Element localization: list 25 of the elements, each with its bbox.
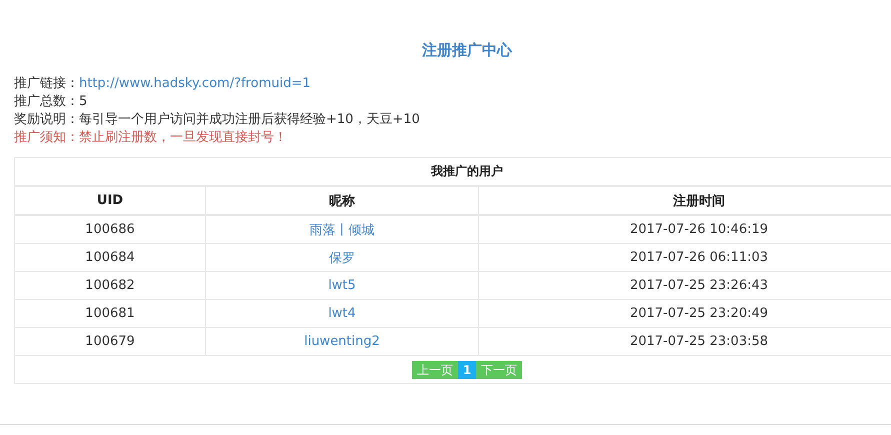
user-link[interactable]: 雨落丨倾城 bbox=[206, 215, 478, 244]
table-cell: 100686 bbox=[14, 215, 206, 244]
page-button[interactable]: 1 bbox=[458, 360, 476, 378]
user-link[interactable]: lwt5 bbox=[206, 272, 478, 300]
prev-page-button[interactable]: 上一页 bbox=[412, 360, 458, 378]
table-cell: 100679 bbox=[14, 328, 206, 356]
info-value: 5 bbox=[79, 94, 88, 109]
info-label: 奖励说明： bbox=[14, 112, 79, 127]
info-label: 推广总数： bbox=[14, 94, 79, 109]
column-header: 昵称 bbox=[206, 186, 478, 215]
info-value: 禁止刷注册数，一旦发现直接封号！ bbox=[79, 130, 287, 145]
table-cell: 100682 bbox=[14, 272, 206, 300]
page-title: 注册推广中心 bbox=[421, 40, 514, 61]
table-cell: 100681 bbox=[14, 300, 206, 328]
column-header: UID bbox=[14, 186, 206, 215]
user-link[interactable]: lwt4 bbox=[206, 300, 478, 328]
table-caption: 我推广的用户 bbox=[14, 158, 891, 186]
info-value: 每引导一个用户访问并成功注册后获得经验+10，天豆+10 bbox=[79, 112, 420, 127]
info-label: 推广须知： bbox=[14, 130, 79, 145]
user-link[interactable]: liuwenting2 bbox=[206, 328, 478, 356]
next-page-button[interactable]: 下一页 bbox=[476, 360, 522, 378]
user-link[interactable]: 保罗 bbox=[206, 244, 478, 272]
table-cell: 100684 bbox=[14, 244, 206, 272]
referral-link[interactable]: http://www.hadsky.com/?fromuid=1 bbox=[79, 76, 310, 91]
info-label: 推广链接： bbox=[14, 76, 79, 91]
